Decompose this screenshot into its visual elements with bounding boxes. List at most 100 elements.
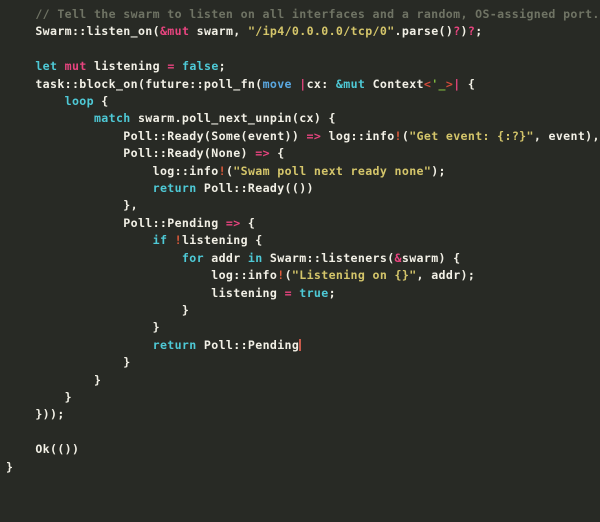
code-line: } (0, 372, 600, 389)
code-token-plain: listening (211, 285, 285, 300)
code-token-plain: Swarm::listen_on( (35, 24, 160, 39)
code-token-plain: { (240, 215, 256, 230)
code-token-plain: , addr); (416, 268, 476, 283)
code-token-macro: ! (277, 268, 285, 283)
code-token-plain: } (64, 389, 72, 404)
code-token-op: = (167, 59, 175, 74)
code-token-plain: }, (123, 198, 138, 213)
code-token-op: | (299, 76, 307, 91)
code-token-plain: ; (475, 24, 483, 39)
code-token-plain: } (93, 372, 102, 387)
text-caret (299, 338, 301, 351)
code-token-plain: .parse() (394, 24, 454, 39)
code-token-plain: Poll::Pending (123, 215, 226, 230)
code-token-kw: for (181, 250, 204, 265)
code-token-plain: Poll::Ready(Some(event)) (123, 128, 307, 143)
code-token-amp-cy: &mut (335, 76, 366, 91)
code-token-plain: } (152, 320, 160, 335)
code-line: Ok(()) (0, 441, 600, 458)
code-token-str: "Swam poll next ready none" (233, 163, 432, 178)
code-token-plain: swarm) { (401, 250, 461, 265)
code-token-macro: ! (394, 128, 402, 143)
code-line: log::info!("Swam poll next ready none"); (0, 163, 600, 180)
code-token-plain: listening { (181, 233, 263, 248)
code-line: loop { (0, 93, 600, 110)
code-token-op: & (394, 250, 402, 265)
code-token-plain: })); (35, 407, 65, 422)
code-token-plain: ; (328, 285, 336, 300)
code-token-plain: log::info (211, 268, 278, 283)
code-token-plain: cx: (306, 76, 336, 91)
code-token-comment: // Tell the swarm to listen on all inter… (35, 7, 600, 21)
code-token-arrow: => (255, 146, 270, 161)
code-token-arrow: => (306, 128, 322, 143)
code-token-macro: ! (174, 233, 182, 248)
code-line: ​ (0, 41, 600, 58)
code-line: Poll::Ready(Some(event)) => log::info!("… (0, 128, 600, 145)
code-line: let mut listening = false; (0, 58, 600, 75)
code-token-kw: loop (64, 94, 94, 109)
code-token-plain: ) (460, 24, 468, 39)
code-line: return Poll::Pending (0, 337, 600, 354)
code-token-plain: Context (365, 76, 424, 91)
code-line: Poll::Ready(None) => { (0, 145, 600, 162)
code-line: } (0, 302, 600, 319)
code-token-life: '_ (431, 76, 446, 91)
code-token-kw: in (247, 250, 263, 265)
code-token-op: | (453, 76, 461, 91)
code-token-plain: task::block_on(future::poll_fn( (35, 76, 263, 91)
code-line: } (0, 389, 600, 406)
code-token-kw: if (152, 233, 168, 248)
code-token-plain: listening (86, 59, 168, 74)
code-token-plain: , event), (533, 128, 600, 143)
code-token-plain: ( (284, 268, 292, 283)
code-token-kw: return (152, 337, 197, 352)
code-token-plain: addr (203, 250, 248, 265)
code-line: listening = true; (0, 285, 600, 302)
code-token-kw: return (152, 181, 197, 196)
code-line: } (0, 319, 600, 336)
code-token-str: "Listening on {}" (291, 268, 417, 283)
code-editor[interactable]: // Tell the swarm to listen on all inter… (0, 0, 600, 522)
code-token-plain: Ok(()) (35, 442, 80, 457)
code-line: log::info!("Listening on {}", addr); (0, 267, 600, 284)
code-token-mut: mut (64, 59, 87, 74)
code-line: for addr in Swarm::listeners(&swarm) { (0, 250, 600, 267)
code-token-macro: ! (218, 163, 226, 178)
code-token-plain: } (123, 355, 131, 370)
code-line: })); (0, 406, 600, 423)
code-token-mut: mut (167, 24, 190, 39)
code-line: } (0, 459, 600, 476)
code-token-plain: Swarm::listeners( (262, 250, 395, 265)
code-token-plain: { (269, 146, 285, 161)
code-token-op: ? (453, 24, 461, 39)
code-line: }, (0, 197, 600, 214)
code-token-plain: log::info (321, 128, 395, 143)
code-token-kw: false (182, 59, 219, 74)
code-line: match swarm.poll_next_unpin(cx) { (0, 110, 600, 127)
code-token-plain: ); (431, 163, 446, 178)
code-token-plain: swarm.poll_next_unpin(cx) { (130, 111, 336, 126)
